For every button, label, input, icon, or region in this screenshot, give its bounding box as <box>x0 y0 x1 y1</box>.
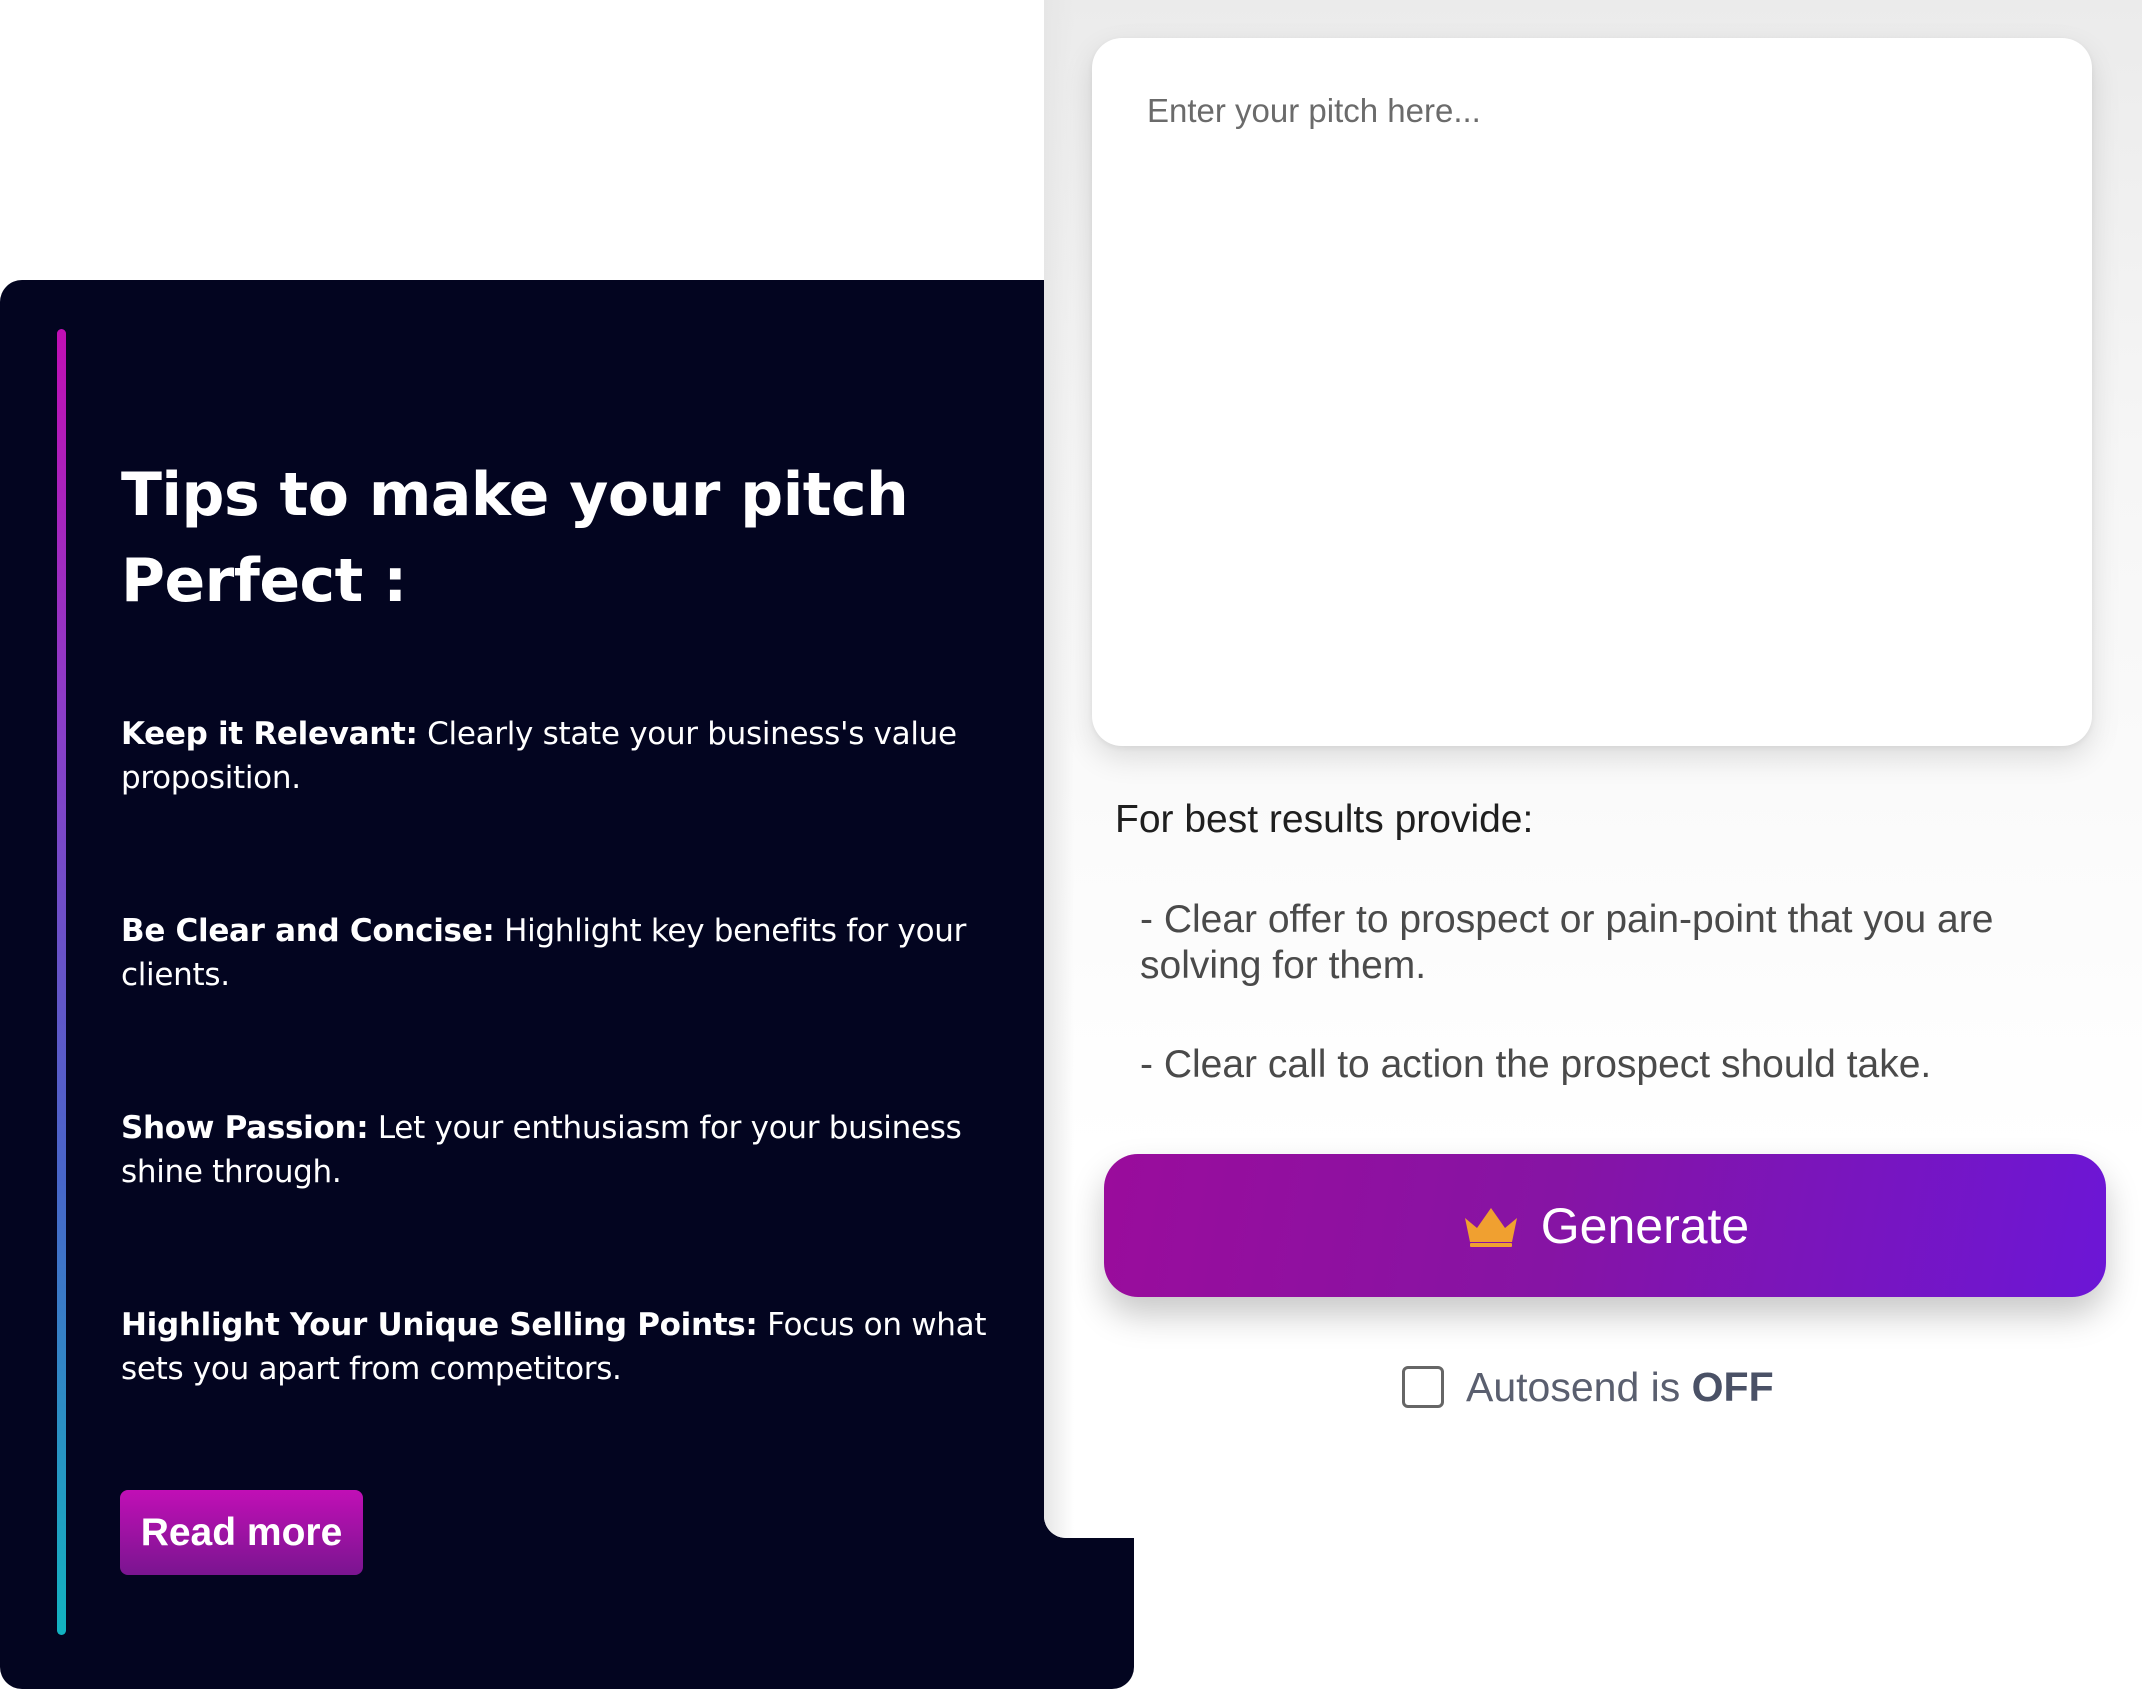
tip-heading: Show Passion: <box>121 1110 369 1146</box>
tips-title: Tips to make your pitch Perfect : <box>121 460 909 616</box>
pitch-input[interactable] <box>1092 38 2092 746</box>
crown-icon <box>1464 1207 1517 1247</box>
autosend-label: Autosend is OFF <box>1466 1364 1774 1410</box>
panel-edge-shadow <box>1044 0 1074 1538</box>
tip-clear-concise: Be Clear and Concise: Highlight key bene… <box>121 909 1001 997</box>
autosend-prefix: Autosend is <box>1466 1364 1692 1410</box>
tips-card: Tips to make your pitch Perfect : Keep i… <box>0 280 1134 1689</box>
accent-bar <box>57 329 66 1635</box>
generate-button[interactable]: Generate <box>1104 1154 2106 1297</box>
autosend-checkbox[interactable] <box>1402 1366 1444 1408</box>
tip-unique-selling-points: Highlight Your Unique Selling Points: Fo… <box>121 1303 1001 1391</box>
autosend-toggle[interactable]: Autosend is OFF <box>1402 1364 1774 1410</box>
pitch-form-panel: For best results provide: - Clear offer … <box>1044 0 2142 1538</box>
generate-label: Generate <box>1540 1197 1750 1254</box>
hint-clear-offer: - Clear offer to prospect or pain-point … <box>1140 898 1994 987</box>
autosend-state: OFF <box>1691 1364 1774 1410</box>
best-results-label: For best results provide: <box>1115 798 1534 841</box>
tip-heading: Be Clear and Concise: <box>121 913 495 949</box>
tip-heading: Highlight Your Unique Selling Points: <box>121 1307 758 1343</box>
tip-keep-relevant: Keep it Relevant: Clearly state your bus… <box>121 712 1001 800</box>
tip-show-passion: Show Passion: Let your enthusiasm for yo… <box>121 1106 1001 1194</box>
hint-call-to-action: - Clear call to action the prospect shou… <box>1140 1043 1932 1086</box>
read-more-button[interactable]: Read more <box>120 1490 363 1575</box>
tip-heading: Keep it Relevant: <box>121 716 418 752</box>
